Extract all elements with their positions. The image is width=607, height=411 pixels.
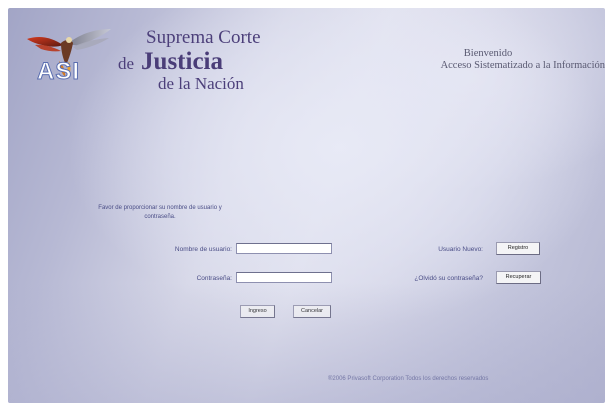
password-input[interactable] xyxy=(236,272,332,283)
login-page: ASI Suprema Corte de Justicia de la Naci… xyxy=(8,8,605,403)
court-name-line1: Suprema Corte xyxy=(146,27,261,48)
welcome-message: Bienvenido Acceso Sistematizado a la Inf… xyxy=(368,48,605,72)
username-label: Nombre de usuario: xyxy=(174,246,232,253)
new-user-label: Usuario Nuevo: xyxy=(438,246,483,253)
login-instructions: Favor de proporcionar su nombre de usuar… xyxy=(98,205,222,220)
forgot-password-label: ¿Olvidó su contraseña? xyxy=(414,275,483,282)
cancel-button[interactable]: Cancelar xyxy=(293,305,331,318)
welcome-subtitle: Acceso Sistematizado a la Información xyxy=(440,60,605,71)
copyright-footer: ®2006 Privasoft Corporation Todos los de… xyxy=(328,376,489,382)
asi-logo: ASI xyxy=(25,25,118,93)
welcome-title: Bienvenido xyxy=(463,48,513,59)
register-button[interactable]: Registro xyxy=(496,242,540,255)
court-name-line3: de la Nación xyxy=(158,74,244,93)
court-name-line2: de Justicia xyxy=(118,49,223,74)
login-button[interactable]: Ingreso xyxy=(240,305,275,318)
court-name-justicia: Justicia xyxy=(141,48,223,75)
username-input[interactable] xyxy=(236,243,332,254)
court-name-de: de xyxy=(118,54,135,73)
password-label: Contraseña: xyxy=(196,275,232,282)
recover-password-button[interactable]: Recuperar xyxy=(496,271,541,284)
asi-logo-text: ASI xyxy=(36,58,81,86)
